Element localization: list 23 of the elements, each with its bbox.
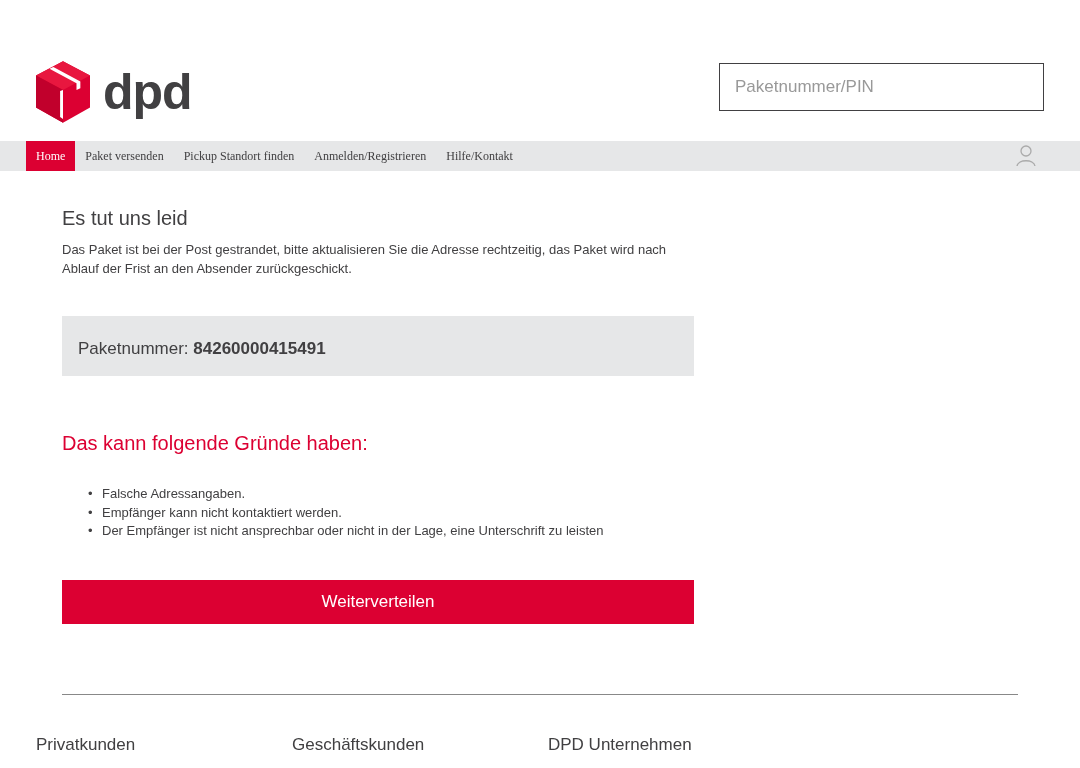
- page-title: Es tut uns leid: [62, 207, 189, 230]
- reason-item: Empfänger kann nicht kontaktiert werden.: [102, 503, 342, 522]
- message-text: Das Paket ist bei der Post gestrandet, bitte aktualisieren Sie die Adresse rechtzeitig, das Paket wird nach Ablauf der Frist an den Absender zurückgeschickt.: [62, 241, 668, 278]
- cube-logo-icon: [36, 60, 90, 123]
- parcel-number: Paketnummer: 84260000415491: [78, 339, 326, 359]
- reason-item: Der Empfänger ist nicht ansprechbar oder nicht in der Lage, eine Unterschrift zu leisten: [102, 522, 604, 540]
- logo-text: dpd: [103, 66, 192, 117]
- footer-heading: Privatkunden: [36, 734, 137, 755]
- bullet: •: [88, 522, 94, 540]
- nav-tab[interactable]: Pickup Standort finden: [173, 141, 305, 171]
- nav-tab[interactable]: Anmelden/Registrieren: [304, 141, 437, 171]
- user-icon[interactable]: [1016, 145, 1036, 167]
- reason-item: Falsche Adressangaben.: [102, 485, 246, 503]
- bullet: •: [88, 485, 94, 503]
- nav-tab[interactable]: Paket versenden: [75, 141, 174, 171]
- bullet: •: [88, 503, 94, 522]
- forward-button[interactable]: Weiterverteilen: [62, 579, 694, 624]
- footer-heading: DPD Unternehmen: [548, 734, 693, 755]
- search-field[interactable]: Paketnummer/PIN: [719, 62, 1044, 111]
- footer-heading: Geschäftskunden: [292, 734, 426, 755]
- nav-tab[interactable]: Home: [26, 141, 76, 171]
- nav-tab[interactable]: Hilfe/Kontakt: [436, 141, 523, 171]
- reasons-title: Das kann folgende Gründe haben:: [62, 432, 369, 455]
